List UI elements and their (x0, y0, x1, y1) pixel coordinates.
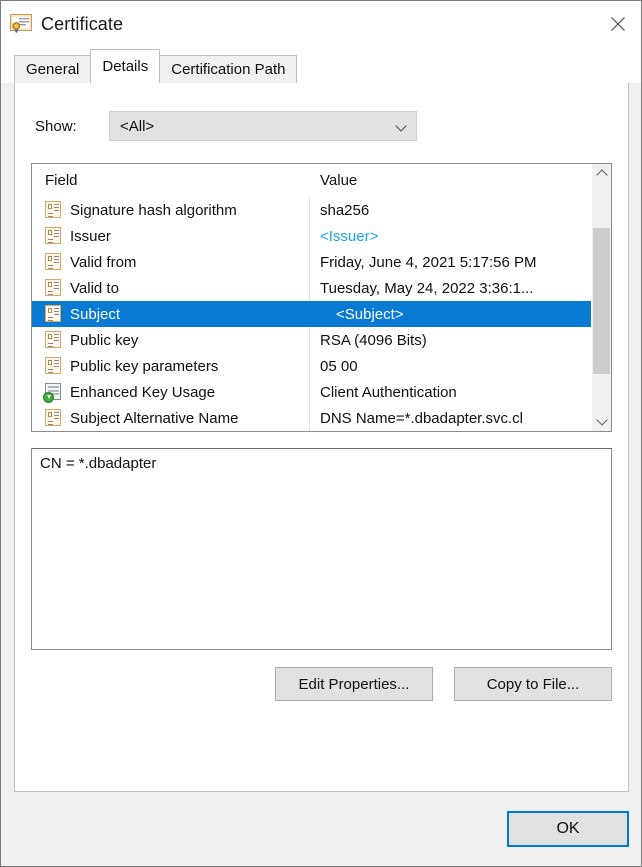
row-field: Issuer (70, 228, 309, 245)
table-row[interactable]: Subject Alternative Name DNS Name=*.dbad… (32, 405, 591, 431)
table-row[interactable]: Public key RSA (4096 Bits) (32, 327, 591, 353)
row-value: Tuesday, May 24, 2022 3:36:1... (309, 280, 533, 297)
row-field: Enhanced Key Usage (70, 384, 309, 401)
row-field: Signature hash algorithm (70, 202, 309, 219)
show-select[interactable]: <All> (109, 111, 417, 141)
table-row[interactable]: Valid from Friday, June 4, 2021 5:17:56 … (32, 249, 591, 275)
row-value: 05 00 (309, 358, 358, 375)
window-title: Certificate (41, 14, 123, 35)
tab-general[interactable]: General (14, 55, 91, 83)
table-row[interactable]: Valid to Tuesday, May 24, 2022 3:36:1... (32, 275, 591, 301)
field-list-body: Field Value Signature hash algorithm sha… (32, 164, 591, 431)
row-value: RSA (4096 Bits) (309, 332, 427, 349)
certificate-field-icon (45, 305, 62, 323)
action-button-row: Edit Properties... Copy to File... (15, 667, 612, 701)
certificate-field-icon (45, 279, 62, 297)
show-label: Show: (35, 118, 109, 135)
row-field: Public key (70, 332, 309, 349)
row-value: Client Authentication (309, 384, 457, 401)
field-list-header: Field Value (32, 164, 591, 197)
row-field: Subject (70, 306, 309, 323)
certificate-dialog: Certificate General Details Certificatio… (0, 0, 642, 867)
row-field: Subject Alternative Name (70, 410, 309, 427)
row-value: <Issuer> (309, 228, 378, 245)
ok-button[interactable]: OK (507, 811, 629, 847)
tab-details[interactable]: Details (90, 49, 160, 83)
chevron-down-icon (396, 120, 408, 132)
certificate-field-icon (45, 409, 62, 427)
column-header-value[interactable]: Value (309, 172, 357, 189)
title-bar: Certificate (1, 1, 641, 47)
certificate-field-icon (45, 253, 62, 271)
certificate-icon (10, 14, 32, 34)
row-value: sha256 (309, 202, 369, 219)
table-row[interactable]: Issuer <Issuer> (32, 223, 591, 249)
chevron-down-icon[interactable] (592, 412, 611, 431)
certificate-field-icon (45, 201, 62, 219)
row-field: Valid to (70, 280, 309, 297)
field-list-scrollbar[interactable] (591, 164, 611, 431)
show-selected-value: <All> (120, 118, 396, 135)
row-value: Friday, June 4, 2021 5:17:56 PM (309, 254, 537, 271)
certificate-field-list[interactable]: Field Value Signature hash algorithm sha… (31, 163, 612, 432)
row-value: <Subject> (309, 306, 404, 323)
certificate-extension-icon (45, 383, 62, 401)
scrollbar-thumb[interactable] (593, 228, 610, 374)
field-detail-textarea[interactable]: CN = *.dbadapter (31, 448, 612, 650)
show-filter-row: Show: <All> (35, 111, 628, 141)
table-row[interactable]: Public key parameters 05 00 (32, 353, 591, 379)
dialog-footer: OK (1, 792, 641, 866)
field-rows: Signature hash algorithm sha256 Issuer <… (32, 197, 591, 431)
certificate-field-icon (45, 331, 62, 349)
close-icon[interactable] (594, 1, 641, 47)
row-value: DNS Name=*.dbadapter.svc.cl (309, 410, 523, 427)
edit-properties-button[interactable]: Edit Properties... (275, 667, 433, 701)
tab-certification-path[interactable]: Certification Path (159, 55, 297, 83)
chevron-up-icon[interactable] (592, 164, 611, 183)
table-row[interactable]: Signature hash algorithm sha256 (32, 197, 591, 223)
certificate-field-icon (45, 357, 62, 375)
row-field: Public key parameters (70, 358, 309, 375)
table-row[interactable]: Enhanced Key Usage Client Authentication (32, 379, 591, 405)
column-header-field[interactable]: Field (32, 172, 309, 189)
details-tab-panel: Show: <All> Field Value Signature hash a… (14, 82, 629, 792)
row-field: Valid from (70, 254, 309, 271)
certificate-field-icon (45, 227, 62, 245)
table-row-selected[interactable]: Subject <Subject> (32, 301, 591, 327)
tab-strip: General Details Certification Path (1, 47, 641, 83)
copy-to-file-button[interactable]: Copy to File... (454, 667, 612, 701)
